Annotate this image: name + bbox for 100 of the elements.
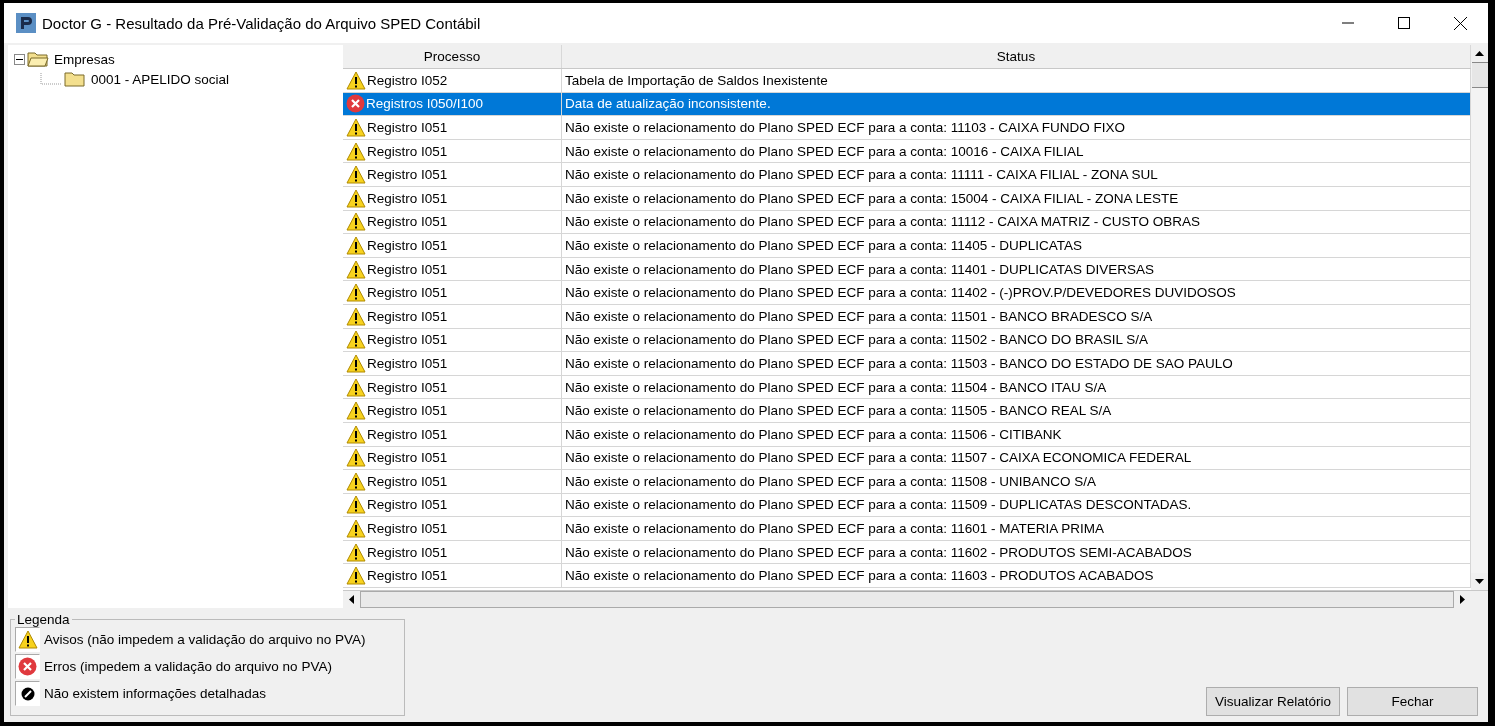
warning-icon <box>346 471 366 491</box>
warning-icon <box>346 353 366 373</box>
legend-text: Avisos (não impedem a validação do arquivo no PVA) <box>44 632 366 647</box>
maximize-icon <box>1398 17 1410 29</box>
status-text: Não existe o relacionamento do Plano SPED ECF para a conta: 11402 - (-)PROV.P/DEVEDORES DUVIDOSOS <box>565 285 1236 301</box>
process-text: Registro I051 <box>367 355 448 371</box>
status-text: Não existe o relacionamento do Plano SPED ECF para a conta: 11507 - CAIXA ECONOMICA FEDERAL <box>565 450 1192 466</box>
table-row[interactable]: Registro I051 Não existe o relacionamento do Plano SPED ECF para a conta: 10016 - CAIXA FILIAL <box>343 139 1471 164</box>
vertical-scrollbar[interactable] <box>1471 45 1488 590</box>
warning-icon <box>346 377 366 397</box>
process-text: Registro I051 <box>367 285 448 301</box>
caret-right-icon <box>1460 595 1465 604</box>
close-dialog-button[interactable]: Fechar <box>1347 687 1478 716</box>
warning-icon <box>346 259 366 279</box>
process-text: Registro I051 <box>367 450 448 466</box>
legend-text: Erros (impedem a validação do arquivo no PVA) <box>44 659 332 674</box>
status-text: Não existe o relacionamento do Plano SPED ECF para a conta: 11401 - DUPLICATAS DIVERSAS <box>565 261 1155 277</box>
warning-icon <box>346 448 366 468</box>
process-text: Registro I051 <box>367 544 448 560</box>
no-entry-icon <box>20 686 35 701</box>
status-text: Tabela de Importação de Saldos Inexistente <box>565 72 828 88</box>
table-row[interactable]: Registro I051 Não existe o relacionamento do Plano SPED ECF para a conta: 11103 - CAIXA FUNDO FIXO <box>343 116 1471 140</box>
warning-icon <box>346 283 366 303</box>
status-text: Não existe o relacionamento do Plano SPED ECF para a conta: 11508 - UNIBANCO S/A <box>565 473 1096 489</box>
legend-text: Não existem informações detalhadas <box>44 686 267 701</box>
process-text: Registro I051 <box>367 167 448 183</box>
table-row[interactable]: Registro I051 Não existe o relacionamento do Plano SPED ECF para a conta: 11504 - BANCO ITAU S/A <box>343 375 1471 400</box>
column-header[interactable]: Processo <box>343 45 562 68</box>
collapse-icon[interactable] <box>14 53 25 65</box>
process-text: Registro I051 <box>367 261 448 277</box>
status-text: Não existe o relacionamento do Plano SPED ECF para a conta: 11504 - BANCO ITAU S/A <box>565 379 1107 395</box>
error-icon <box>346 94 365 114</box>
status-text: Data de atualização inconsistente. <box>565 96 771 112</box>
process-text: Registro I051 <box>367 214 448 230</box>
warning-icon <box>346 519 366 539</box>
status-text: Não existe o relacionamento do Plano SPED ECF para a conta: 11602 - PRODUTOS SEMI-ACABADOS <box>565 544 1192 560</box>
caret-down-icon <box>1475 579 1484 584</box>
table-row[interactable]: Registro I051 Não existe o relacionamento do Plano SPED ECF para a conta: 15004 - CAIXA FILIAL - ZONA LESTE <box>343 186 1471 211</box>
warning-icon <box>346 424 366 444</box>
status-text: Não existe o relacionamento do Plano SPED ECF para a conta: 11502 - BANCO DO BRASIL S/A <box>565 332 1149 348</box>
table-row[interactable]: Registro I051 Não existe o relacionamento do Plano SPED ECF para a conta: 11111 - CAIXA FILIAL - ZONA SUL <box>343 163 1471 187</box>
table-row[interactable]: Registro I051 Não existe o relacionamento do Plano SPED ECF para a conta: 11603 - PRODUTOS ACABADOS <box>343 564 1471 589</box>
status-text: Não existe o relacionamento do Plano SPED ECF para a conta: 11501 - BANCO BRADESCO S/A <box>565 308 1153 324</box>
warning-icon <box>346 306 366 326</box>
process-text: Registro I051 <box>367 473 448 489</box>
warning-icon <box>346 165 366 185</box>
tree-item[interactable]: Empresas <box>54 51 115 67</box>
report-button[interactable]: Visualizar Relatório <box>1205 687 1340 716</box>
status-text: Não existe o relacionamento do Plano SPED ECF para a conta: 11103 - CAIXA FUNDO FIXO <box>565 120 1125 135</box>
status-text: Não existe o relacionamento do Plano SPED ECF para a conta: 11405 - DUPLICATAS <box>565 237 1082 253</box>
process-text: Registro I051 <box>367 521 448 537</box>
warning-icon <box>346 188 366 208</box>
table-row[interactable]: Registro I051 Não existe o relacionamento do Plano SPED ECF para a conta: 11503 - BANCO DO ESTADO DE SAO PAULO <box>343 352 1471 376</box>
warning-icon <box>346 542 366 562</box>
warning-icon <box>346 401 366 421</box>
table-row[interactable]: Registro I051 Não existe o relacionamento do Plano SPED ECF para a conta: 11505 - BANCO REAL S/A <box>343 399 1471 423</box>
app-logo-icon <box>16 13 36 33</box>
process-text: Registro I051 <box>367 237 448 253</box>
tree-item[interactable]: 0001 - APELIDO social <box>91 71 230 87</box>
table-row[interactable]: Registro I051 Não existe o relacionamento do Plano SPED ECF para a conta: 11601 - MATERIA PRIMA <box>343 517 1471 541</box>
table-row[interactable]: Registro I051 Não existe o relacionamento do Plano SPED ECF para a conta: 11509 - DUPLICATAS DESCONTADAS. <box>343 493 1471 518</box>
status-text: Não existe o relacionamento do Plano SPED ECF para a conta: 11603 - PRODUTOS ACABADOS <box>565 568 1154 584</box>
table-row[interactable]: Registro I051 Não existe o relacionamento do Plano SPED ECF para a conta: 11602 - PRODUTOS SEMI-ACABADOS <box>343 540 1471 565</box>
close-icon <box>1453 16 1467 30</box>
warning-icon <box>346 330 366 350</box>
warning-icon <box>346 118 366 137</box>
status-text: Não existe o relacionamento do Plano SPED ECF para a conta: 11509 - DUPLICATAS DESCONTADAS. <box>565 497 1192 513</box>
process-text: Registro I052 <box>367 72 448 88</box>
table-row[interactable]: Registro I051 Não existe o relacionamento do Plano SPED ECF para a conta: 11402 - (-)PROV.P/DEVEDORES DUVIDOSOS <box>343 281 1471 305</box>
folder-icon <box>27 51 49 67</box>
process-text: Registro I051 <box>367 143 448 159</box>
process-text: Registro I051 <box>367 403 448 419</box>
table-row[interactable]: Registro I051 Não existe o relacionamento do Plano SPED ECF para a conta: 11405 - DUPLICATAS <box>343 234 1471 258</box>
process-text: Registro I051 <box>367 190 448 206</box>
scroll-thumb[interactable] <box>1472 62 1488 88</box>
warning-icon <box>346 566 366 586</box>
warning-icon <box>346 141 366 161</box>
table-row[interactable]: Registro I051 Não existe o relacionamento do Plano SPED ECF para a conta: 11112 - CAIXA MATRIZ - CUSTO OBRAS <box>343 210 1471 235</box>
status-text: Não existe o relacionamento do Plano SPED ECF para a conta: 11111 - CAIXA FILIAL - ZONA SUL <box>565 167 1158 183</box>
table-row[interactable]: Registro I051 Não existe o relacionamento do Plano SPED ECF para a conta: 11401 - DUPLICATAS DIVERSAS <box>343 257 1471 282</box>
process-text: Registro I051 <box>367 497 448 513</box>
table-row[interactable]: Registro I051 Não existe o relacionamento do Plano SPED ECF para a conta: 11501 - BANCO BRADESCO S/A <box>343 304 1471 329</box>
table-row[interactable]: Registro I051 Não existe o relacionamento do Plano SPED ECF para a conta: 11507 - CAIXA ECONOMICA FEDERAL <box>343 446 1471 471</box>
status-text: Não existe o relacionamento do Plano SPED ECF para a conta: 11601 - MATERIA PRIMA <box>565 521 1104 537</box>
caret-left-icon <box>349 595 354 604</box>
caret-up-icon <box>1475 51 1484 56</box>
table-row[interactable]: Registro I052 Tabela de Importação de Saldos Inexistente <box>343 69 1471 93</box>
process-text: Registro I051 <box>367 332 448 348</box>
warning-icon <box>346 70 366 90</box>
table-row[interactable]: Registro I051 Não existe o relacionamento do Plano SPED ECF para a conta: 11502 - BANCO DO BRASIL S/A <box>343 328 1471 353</box>
table-row[interactable]: Registro I051 Não existe o relacionamento do Plano SPED ECF para a conta: 11508 - UNIBANCO S/A <box>343 470 1471 494</box>
warning-icon <box>346 212 366 232</box>
process-text: Registro I051 <box>367 379 448 395</box>
minimize-icon <box>1342 22 1354 24</box>
process-text: Registros I050/I100 <box>366 96 484 112</box>
status-text: Não existe o relacionamento do Plano SPED ECF para a conta: 10016 - CAIXA FILIAL <box>565 143 1084 159</box>
table-row[interactable]: Registros I050/I100 Data de atualização inconsistente. <box>343 92 1471 117</box>
legend-title: Legenda <box>16 612 71 627</box>
folder-icon <box>64 71 86 87</box>
table-row[interactable]: Registro I051 Não existe o relacionamento do Plano SPED ECF para a conta: 11506 - CITIBANK <box>343 422 1471 447</box>
